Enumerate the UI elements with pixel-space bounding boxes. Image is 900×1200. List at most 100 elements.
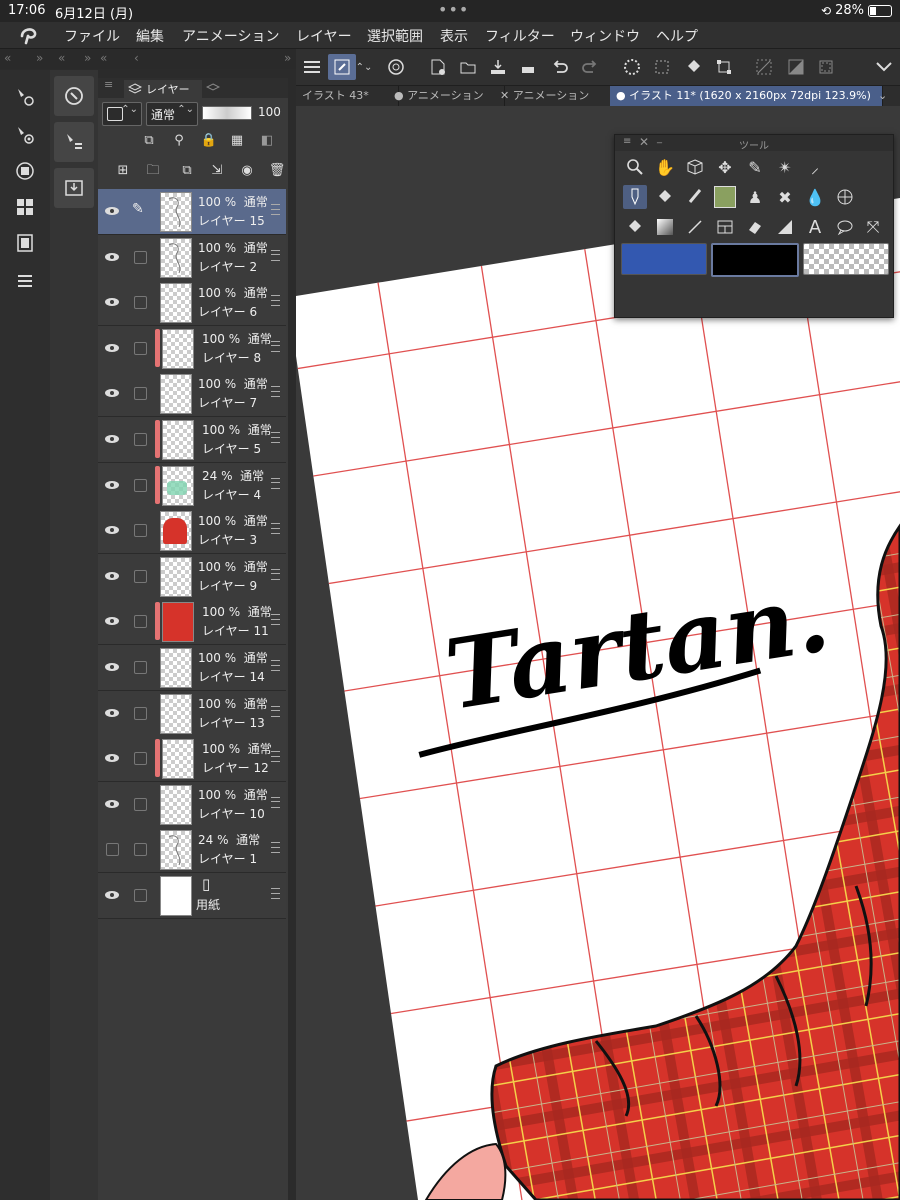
eye-icon[interactable]	[104, 705, 120, 721]
layer-select-checkbox[interactable]	[134, 706, 147, 720]
drag-handle-icon[interactable]	[271, 432, 280, 443]
layer-select-checkbox[interactable]	[134, 615, 147, 629]
transparent-color-swatch[interactable]	[803, 243, 889, 275]
decoration-tool-icon[interactable]	[713, 185, 737, 209]
eyedropper-icon[interactable]: ⸝	[803, 155, 827, 179]
lock-icon[interactable]: 🔒	[200, 132, 218, 150]
clip-studio-icon[interactable]	[382, 54, 410, 80]
layer-color-tool-icon[interactable]	[7, 156, 43, 186]
layer-select-checkbox[interactable]	[134, 433, 147, 446]
blend-tool-icon[interactable]: ✖	[773, 185, 797, 209]
select-all-icon[interactable]	[648, 54, 676, 80]
export-icon[interactable]	[514, 54, 542, 80]
layer-color-select[interactable]: ⌃⌄	[102, 102, 142, 126]
pen-settings-tool-icon[interactable]	[7, 82, 43, 112]
brush-icon[interactable]	[683, 185, 707, 209]
fill-bucket-icon[interactable]	[653, 185, 677, 209]
drag-handle-icon[interactable]	[271, 751, 280, 763]
expand-right-icon[interactable]: »	[84, 51, 91, 65]
close-icon[interactable]: ✕	[639, 135, 649, 149]
layer-select-checkbox[interactable]	[134, 569, 147, 583]
grid-ruler-icon[interactable]	[833, 185, 857, 209]
transform-icon[interactable]	[710, 54, 738, 80]
layer-row[interactable]: 100 % 通常 レイヤー 10	[98, 781, 286, 828]
eye-icon[interactable]	[104, 385, 120, 401]
drag-handle-icon[interactable]	[271, 842, 280, 854]
brush-target-tool-icon[interactable]	[7, 120, 43, 150]
layer-select-checkbox[interactable]	[134, 478, 147, 492]
drag-handle-icon[interactable]	[271, 340, 280, 352]
timeline-film-icon[interactable]	[7, 228, 43, 258]
eye-icon[interactable]	[104, 249, 120, 265]
import-icon[interactable]	[54, 168, 94, 208]
lock-transparency-icon[interactable]: ▦	[228, 132, 246, 150]
eye-icon[interactable]	[104, 431, 120, 447]
panel-menu-icon[interactable]: ≡	[104, 78, 113, 91]
layer-row[interactable]: 100 % 通常 レイヤー 3	[98, 508, 286, 555]
layer-row[interactable]: 100 % 通常 レイヤー 6	[98, 280, 286, 327]
trash-icon[interactable]: 🗑	[268, 162, 286, 180]
new-folder-icon[interactable]: 🗀	[144, 162, 162, 180]
expand-right-icon[interactable]: »	[36, 51, 43, 65]
eye-icon[interactable]	[104, 613, 120, 629]
frame-border-icon[interactable]	[713, 215, 737, 239]
collapse-left-icon[interactable]: «	[58, 51, 65, 65]
palette-menu-icon[interactable]: ≡	[623, 136, 631, 147]
chevron-down-icon[interactable]	[870, 54, 898, 80]
menu-filter[interactable]: フィルター	[485, 26, 555, 46]
operation-pen-icon[interactable]: ✎	[743, 155, 767, 179]
menu-layer[interactable]: レイヤー	[296, 26, 352, 46]
visibility-checkbox[interactable]	[106, 843, 119, 857]
eraser-icon[interactable]	[743, 215, 767, 239]
speech-balloon-icon[interactable]	[833, 215, 857, 239]
collapse-left-icon[interactable]: «	[100, 51, 107, 65]
layer-select-checkbox[interactable]	[134, 296, 147, 310]
menu-edit[interactable]: 編集	[136, 26, 164, 46]
drag-handle-icon[interactable]	[271, 796, 280, 808]
layer-list-icon[interactable]	[7, 266, 43, 296]
eye-icon[interactable]	[104, 477, 120, 493]
3d-cube-icon[interactable]	[683, 155, 707, 179]
multitask-dots-icon[interactable]: •••	[438, 0, 469, 19]
layer-select-checkbox[interactable]	[134, 752, 147, 766]
hamburger-menu-icon[interactable]	[298, 54, 326, 80]
material-grid-icon[interactable]	[7, 192, 43, 222]
drag-handle-icon[interactable]	[271, 477, 280, 489]
clip-lower-layer-icon[interactable]: ⧉	[140, 132, 158, 150]
undo-icon[interactable]	[546, 54, 574, 80]
layer-mask-icon[interactable]: ◉	[238, 162, 256, 180]
layer-property-icon[interactable]	[54, 122, 94, 162]
drag-handle-icon[interactable]	[271, 568, 280, 580]
drag-handle-icon[interactable]	[271, 249, 280, 261]
fill-icon[interactable]	[623, 215, 647, 239]
layer-select-checkbox[interactable]	[134, 661, 147, 674]
minimize-icon[interactable]: _	[657, 133, 662, 144]
reference-layer-icon[interactable]: ⚲	[170, 132, 188, 150]
eye-icon[interactable]	[104, 340, 120, 356]
edit-mode-icon[interactable]	[328, 54, 356, 80]
layer-row[interactable]: 100 % 通常 レイヤー 11	[98, 599, 286, 646]
layer-select-checkbox[interactable]	[134, 797, 147, 811]
opacity-slider[interactable]	[202, 106, 252, 120]
stamp-icon[interactable]: ♟	[743, 185, 767, 209]
layer-row[interactable]: 100 % 通常 レイヤー 2	[98, 234, 286, 281]
layer-row[interactable]: 100 % 通常 レイヤー 8	[98, 325, 286, 372]
drag-handle-icon[interactable]	[271, 523, 280, 535]
redo-icon[interactable]	[576, 54, 604, 80]
eye-icon[interactable]	[104, 887, 120, 903]
chevron-left-icon[interactable]: ‹	[134, 51, 139, 65]
ruler-icon[interactable]	[773, 215, 797, 239]
layer-select-checkbox[interactable]	[134, 250, 147, 264]
menu-view[interactable]: 表示	[440, 26, 468, 46]
tabs-dropdown-icon[interactable]: ⌄	[872, 86, 900, 106]
doc-tab-2[interactable]: ✕ アニメーション	[494, 86, 613, 106]
hide-selection-icon[interactable]	[750, 54, 778, 80]
layer-row[interactable]: 100 % 通常 レイヤー 13	[98, 690, 286, 737]
eye-icon[interactable]	[104, 796, 120, 812]
save-icon[interactable]	[484, 54, 512, 80]
menu-selection[interactable]: 選択範囲	[367, 26, 423, 46]
expand-right-icon[interactable]: »	[284, 51, 291, 65]
sub-color-swatch[interactable]	[711, 243, 799, 277]
eye-icon[interactable]	[104, 659, 120, 675]
menu-animation[interactable]: アニメーション	[182, 26, 279, 46]
